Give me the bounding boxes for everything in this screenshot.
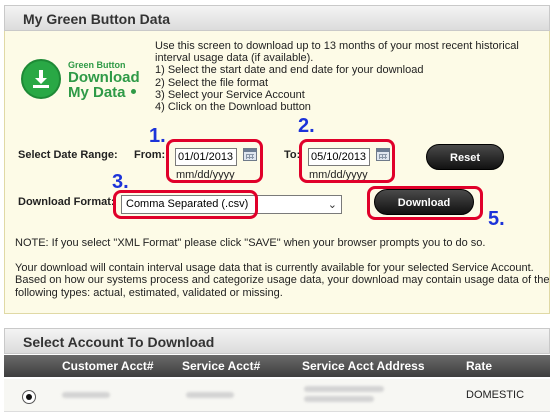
logo-line-2: Download	[68, 69, 140, 86]
logo-line-3: My Data	[68, 84, 126, 101]
column-service-acct: Service Acct#	[182, 359, 261, 373]
annotation-box-download	[367, 186, 483, 220]
intro-line: Use this screen to download up to 13 mon…	[155, 40, 519, 52]
annotation-step-5: 5.	[488, 208, 505, 230]
xml-note-text: NOTE: If you select "XML Format" please …	[15, 237, 486, 249]
address-redacted-line-1	[304, 386, 384, 392]
accounts-table-header: Customer Acct# Service Acct# Service Acc…	[4, 355, 550, 377]
annotation-step-3: 3.	[112, 171, 129, 193]
intro-line: 4) Click on the Download button	[155, 101, 311, 114]
customer-acct-redacted	[62, 392, 110, 398]
intro-instructions: Use this screen to download up to 13 mon…	[155, 40, 535, 113]
intro-line: interval usage data (if available).	[155, 52, 314, 65]
panel-title-green-button: My Green Button Data	[4, 5, 550, 31]
xml-note: NOTE: If you select "XML Format" please …	[15, 237, 545, 249]
info-note: Your download will contain interval usag…	[15, 262, 550, 299]
address-redacted-line-2	[304, 396, 374, 402]
info-line: Based on how our systems process and cat…	[15, 274, 550, 287]
column-customer-acct: Customer Acct#	[62, 359, 154, 373]
intro-line: 1) Select the start date and end date fo…	[155, 64, 424, 77]
account-radio-button[interactable]	[22, 390, 36, 404]
logo-dot	[131, 89, 136, 94]
intro-line: 3) Select your Service Account	[155, 88, 305, 101]
info-line: Your download will contain interval usag…	[15, 262, 534, 274]
service-acct-redacted	[186, 392, 234, 398]
column-rate: Rate	[466, 359, 493, 373]
chevron-down-icon: ⌄	[327, 199, 337, 211]
table-row[interactable]: DOMESTIC	[4, 379, 550, 412]
date-range-label: Select Date Range:	[18, 149, 118, 161]
column-service-address: Service Acct Address	[302, 359, 425, 373]
rate-value: DOMESTIC	[466, 389, 525, 401]
logo-text: Green Button Download My Data	[68, 60, 140, 100]
download-format-label: Download Format:	[18, 196, 115, 208]
annotation-box-format	[113, 190, 258, 219]
from-label: From:	[134, 149, 166, 161]
green-button-logo-icon	[21, 59, 61, 99]
to-label: To:	[284, 149, 301, 161]
reset-button[interactable]: Reset	[426, 144, 504, 170]
annotation-step-2: 2.	[298, 115, 315, 137]
panel-title-select-account: Select Account To Download	[4, 328, 550, 354]
download-arrow-icon	[33, 70, 49, 88]
annotation-box-to-date	[299, 139, 395, 183]
intro-line: 2) Select the file format	[155, 76, 269, 89]
annotation-step-1: 1.	[149, 125, 166, 147]
info-line: following types: actual, estimated, vali…	[15, 286, 283, 299]
annotation-box-from-date	[166, 139, 263, 183]
